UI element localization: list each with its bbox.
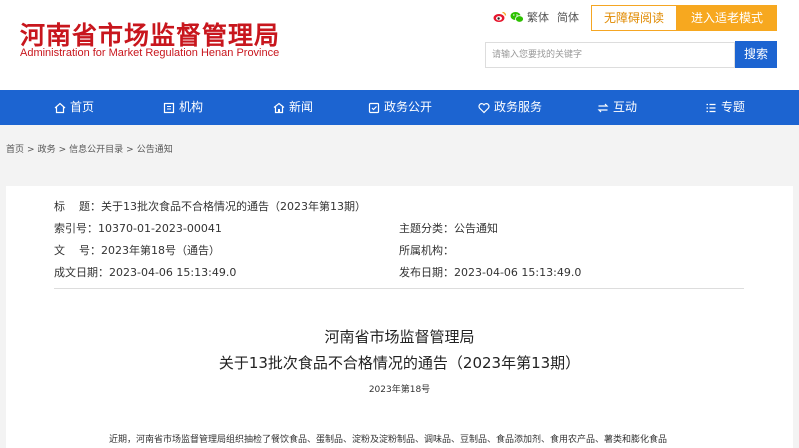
breadcrumb-notices[interactable]: 公告通知 bbox=[137, 145, 173, 155]
search-button[interactable]: 搜索 bbox=[735, 41, 777, 68]
site-header: 河南省市场监督管理局 Administration for Market Reg… bbox=[0, 0, 799, 90]
meta-title-label: 标 题： bbox=[54, 200, 101, 213]
meta-docno-value: 2023年第18号（通告） bbox=[101, 244, 220, 257]
elder-mode-button[interactable]: 进入适老模式 bbox=[677, 5, 777, 31]
nav-item-label: 机构 bbox=[179, 100, 204, 114]
meta-category-row: 主题分类：公告通知 bbox=[399, 220, 498, 236]
accessible-reading-button[interactable]: 无障碍阅读 bbox=[591, 5, 677, 31]
meta-published-label: 发布日期： bbox=[399, 266, 454, 279]
weibo-icon[interactable] bbox=[493, 9, 507, 23]
meta-index-value: 10370-01-2023-00041 bbox=[98, 222, 222, 235]
meta-index-row: 索引号：10370-01-2023-00041 bbox=[54, 220, 222, 236]
site-logo-subtitle: Administration for Market Regulation Hen… bbox=[20, 47, 280, 59]
nav-item-home[interactable]: 首页 bbox=[54, 90, 94, 125]
meta-org-row: 所属机构： bbox=[399, 242, 454, 258]
search-input[interactable]: 请输入您要找的关键字 bbox=[485, 42, 735, 68]
nav-item-label: 互动 bbox=[613, 100, 638, 114]
meta-created-label: 成文日期： bbox=[54, 266, 109, 279]
nav-item-open-gov[interactable]: 政务公开 bbox=[368, 90, 432, 125]
meta-title-value: 关于13批次食品不合格情况的通告（2023年第13期） bbox=[101, 200, 366, 213]
breadcrumb-gov[interactable]: 政务 bbox=[38, 145, 56, 155]
simplified-chinese-link[interactable]: 简体 bbox=[557, 9, 579, 25]
topic-icon bbox=[706, 103, 716, 112]
breadcrumb-catalog[interactable]: 信息公开目录 bbox=[69, 145, 123, 155]
traditional-chinese-link[interactable]: 繁体 bbox=[527, 9, 549, 25]
org-icon bbox=[163, 102, 175, 113]
meta-category-value: 公告通知 bbox=[454, 222, 498, 235]
nav-item-interact[interactable]: 互动 bbox=[597, 90, 637, 125]
nav-item-label: 专题 bbox=[721, 100, 746, 114]
meta-published-value: 2023-04-06 15:13:49.0 bbox=[454, 266, 582, 279]
article-card: 标 题：关于13批次食品不合格情况的通告（2023年第13期） 索引号：1037… bbox=[6, 186, 793, 448]
breadcrumb: 首页 > 政务 > 信息公开目录 > 公告通知 bbox=[6, 142, 176, 155]
nav-item-label: 政务服务 bbox=[494, 100, 543, 114]
nav-item-label: 政务公开 bbox=[384, 100, 433, 114]
breadcrumb-separator: > bbox=[58, 145, 67, 155]
nav-item-label: 新闻 bbox=[289, 100, 314, 114]
social-links bbox=[493, 9, 524, 23]
heart-icon bbox=[478, 102, 490, 113]
nav-item-org[interactable]: 机构 bbox=[163, 90, 203, 125]
interact-icon bbox=[597, 103, 609, 112]
meta-created-row: 成文日期：2023-04-06 15:13:49.0 bbox=[54, 264, 236, 280]
breadcrumb-home[interactable]: 首页 bbox=[6, 145, 24, 155]
meta-docno-row: 文 号：2023年第18号（通告） bbox=[54, 242, 220, 258]
open-gov-icon bbox=[368, 102, 380, 113]
breadcrumb-separator: > bbox=[126, 145, 134, 155]
meta-docno-label: 文 号： bbox=[54, 244, 101, 257]
meta-title-row: 标 题：关于13批次食品不合格情况的通告（2023年第13期） bbox=[54, 198, 366, 214]
nav-item-label: 首页 bbox=[70, 100, 95, 114]
document-number: 2023年第18号 bbox=[368, 385, 431, 395]
meta-org-label: 所属机构： bbox=[399, 244, 454, 257]
document-title: 关于13批次食品不合格情况的通告（2023年第13期） bbox=[218, 354, 581, 372]
document-body-text: 近期，河南省市场监督管理局组织抽检了餐饮食品、蛋制品、淀粉及淀粉制品、调味品、豆… bbox=[109, 435, 668, 445]
meta-index-label: 索引号： bbox=[54, 222, 98, 235]
meta-published-row: 发布日期：2023-04-06 15:13:49.0 bbox=[399, 264, 581, 280]
nav-item-gov-service[interactable]: 政务服务 bbox=[478, 90, 542, 125]
main-nav: 首页 机构 新闻 政务公开 政务服务 互动 专题 bbox=[0, 90, 799, 125]
home-icon bbox=[54, 102, 66, 113]
document-issuer: 河南省市场监督管理局 bbox=[324, 328, 475, 346]
meta-category-label: 主题分类： bbox=[399, 222, 454, 235]
document-metadata: 标 题：关于13批次食品不合格情况的通告（2023年第13期） 索引号：1037… bbox=[54, 194, 744, 289]
wechat-icon[interactable] bbox=[510, 9, 524, 23]
nav-item-topic[interactable]: 专题 bbox=[705, 90, 745, 125]
news-icon bbox=[273, 102, 285, 113]
meta-created-value: 2023-04-06 15:13:49.0 bbox=[109, 266, 237, 279]
nav-item-news[interactable]: 新闻 bbox=[273, 90, 313, 125]
breadcrumb-separator: > bbox=[27, 145, 35, 155]
